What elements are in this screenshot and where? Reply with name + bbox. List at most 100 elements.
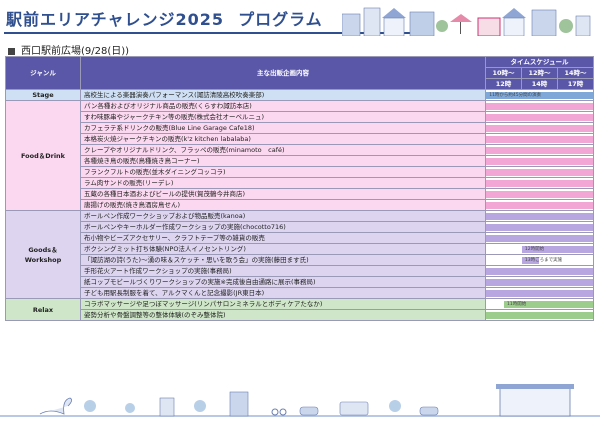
program-content: 高校生による楽器演奏パフォーマンス(諏訪清陵高校吹奏楽部) — [80, 89, 486, 101]
program-content: ボクシングミット打ち体験(NPO法人イノセントリング) — [80, 243, 486, 255]
program-row: カフェラテ系ドリンクの販売(Blue Line Garage Cafe18) — [6, 122, 594, 134]
schedule-cell — [485, 111, 594, 123]
program-row: Food＆Drink パン各種およびオリジナル商品の販売(くらすわ諏訪本店) — [5, 100, 594, 211]
program-row: フランクフルトの販売(並木ダイニングコッコラ) — [6, 166, 594, 178]
umbrella-icon — [450, 14, 472, 22]
slot-start: 12時～ — [521, 67, 558, 79]
program-content: 姿勢分析や骨盤調整等の整体体験(のぞみ整体院) — [80, 309, 486, 321]
building — [159, 397, 175, 417]
program-content: 子ども用駅長制服を着て、アルクマくんと記念撮影(JR東日本) — [80, 287, 486, 299]
station-building — [499, 387, 571, 417]
schedule-cell — [485, 287, 594, 299]
schedule-bar — [486, 180, 593, 187]
program-content: 本格炭火焼ジャークチキンの販売(k'z kitchen labalaba) — [80, 133, 486, 145]
schedule-cell — [485, 210, 594, 222]
tree-icon — [559, 19, 573, 33]
genre-label: Workshop — [24, 255, 62, 264]
roof — [382, 8, 406, 18]
page-title: 駅前エリアチャレンジ2025 プログラム — [6, 6, 323, 30]
building — [531, 9, 557, 36]
program-row: 子ども用駅長制服を着て、アルクマくんと記念撮影(JR東日本) — [6, 287, 594, 299]
schedule-note: 13時ごろまで実施 — [524, 258, 563, 263]
tree-icon — [389, 400, 401, 412]
tree-icon — [436, 20, 448, 32]
schedule-bar — [486, 213, 593, 220]
genre-cell: Goods＆ Workshop — [5, 210, 81, 299]
content-header: 主な出販企画内容 — [80, 56, 486, 90]
schedule-cell — [485, 166, 594, 178]
schedule-bar — [486, 147, 593, 154]
slot-start: 14時～ — [557, 67, 594, 79]
program-row: 紙コップモビールづくりワークショップの実施※完成後自由通路に展示(事務局) — [6, 276, 594, 288]
program-row: ボールペンやキーホルダー作成ワークショップの実施(chocotto716) — [6, 221, 594, 233]
program-content: ボールペンやキーホルダー作成ワークショップの実施(chocotto716) — [80, 221, 486, 233]
schedule-cell — [485, 133, 594, 145]
building — [363, 7, 381, 36]
program-row: ラム肉サンドの販売(リーデレ) — [6, 177, 594, 189]
program-content: コラボマッサージや足つぼマッサージ(リンパサロンミネラルとボディケアたなか) — [80, 298, 486, 310]
program-content: フランクフルトの販売(並木ダイニングコッコラ) — [80, 166, 486, 178]
building — [229, 391, 249, 417]
program-content: 紙コップモビールづくりワークショップの実施※完成後自由通路に展示(事務局) — [80, 276, 486, 288]
program-row: ボクシングミット打ち体験(NPO法人イノセントリング) 12時開始 — [6, 243, 594, 255]
bicycle-icon — [271, 408, 279, 416]
program-content: カフェラテ系ドリンクの販売(Blue Line Garage Cafe18) — [80, 122, 486, 134]
program-row: 本格炭火焼ジャークチキンの販売(k'z kitchen labalaba) — [6, 133, 594, 145]
program-row: 唐揚げの販売(焼き鳥酒房鳥せん) — [6, 199, 594, 211]
program-row: Relax コラボマッサージや足つぼマッサージ(リンパサロンミネラルとボディケアた… — [5, 298, 594, 321]
schedule-cell: 13時ごろまで実施 — [485, 254, 594, 266]
schedule-cell — [485, 199, 594, 211]
genre-label: Goods＆ — [28, 245, 58, 254]
house — [383, 17, 405, 36]
schedule-bar — [486, 290, 593, 297]
stall — [477, 17, 501, 36]
program-row: すわ味豚串やジャークチキン等の販売(株式会社オーベルニュ) — [6, 111, 594, 123]
program-content: 唐揚げの販売(焼き鳥酒房鳥せん) — [80, 199, 486, 211]
title-text: 駅前エリアチャレンジ2025 — [6, 10, 225, 29]
schedule-bar — [486, 136, 593, 143]
genre-cell: Relax — [5, 298, 81, 321]
building — [342, 13, 361, 36]
schedule-bar — [486, 191, 593, 198]
schedule-cell — [485, 155, 594, 167]
program-content: ボールペン作成ワークショップおよび物品販売(kanoa) — [80, 210, 486, 222]
schedule-bar — [486, 158, 593, 165]
genre-cell: Stage — [5, 89, 81, 101]
schedule-note: 11時から約45分間の演奏 — [489, 93, 542, 98]
schedule-cell: 12時開始 — [485, 243, 594, 255]
program-content: パン各種およびオリジナル商品の販売(くらすわ諏訪本店) — [80, 100, 486, 112]
program-row: Goods＆ Workshop ボールペン作成ワークショップおよび物品販売(kano… — [5, 210, 594, 299]
car-icon — [299, 406, 319, 416]
schedule-bar — [486, 224, 593, 231]
schedule-cell — [485, 265, 594, 277]
building — [409, 11, 435, 36]
schedule-note: 12時開始 — [524, 247, 545, 252]
schedule-cell — [485, 221, 594, 233]
program-content: 各種焼き鳥の販売(鳥種焼き鳥コーナー) — [80, 155, 486, 167]
title-program: プログラム — [238, 10, 323, 29]
program-table: ジャンル 主な出販企画内容 タイムスケジュール 10時～ 12時～ 14時～ 1… — [5, 56, 594, 321]
schedule-cell — [485, 144, 594, 156]
car-icon — [419, 406, 439, 416]
program-row: 姿勢分析や骨盤調整等の整体体験(のぞみ整体院) — [6, 309, 594, 321]
program-body: Stage 高校生による楽器演奏パフォーマンス(諏訪清陵高校吹奏楽部) 11時から約… — [5, 89, 594, 321]
tree-icon — [84, 400, 96, 412]
schedule-bar — [486, 235, 593, 242]
schedule-bar — [486, 114, 593, 121]
genre-cell: Food＆Drink — [5, 100, 81, 211]
program-row: 布小物やビーズアクセサリー、クラフトテープ等の雑貨の販売 — [6, 232, 594, 244]
bus-icon — [339, 401, 369, 416]
schedule-cell — [485, 309, 594, 321]
bicycle-icon — [279, 408, 287, 416]
schedule-cell: 11時から約45分間の演奏 — [485, 89, 594, 101]
schedule-bar — [486, 103, 593, 110]
slot-end: 12時 — [485, 78, 522, 90]
program-content: クレープやオリジナルドリンク、フラッペの販売(minamoto café) — [80, 144, 486, 156]
slot-start: 10時～ — [485, 67, 522, 79]
schedule-cell — [485, 232, 594, 244]
schedule-bar — [486, 312, 593, 319]
roof — [502, 8, 526, 18]
schedule-cell — [485, 188, 594, 200]
program-row: Stage 高校生による楽器演奏パフォーマンス(諏訪清陵高校吹奏楽部) 11時から約… — [5, 89, 594, 101]
footer-illustration — [0, 384, 600, 417]
